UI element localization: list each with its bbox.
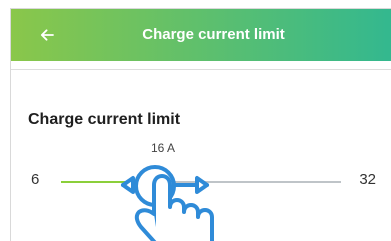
- slider-min-label: 6: [31, 171, 40, 188]
- slider-thumb[interactable]: [135, 163, 175, 203]
- setting-title: Charge current limit: [28, 111, 181, 128]
- slider-track[interactable]: [61, 181, 341, 183]
- slider-value-label: 16 A: [150, 141, 176, 155]
- app-header: Charge current limit: [11, 9, 391, 61]
- page-title: Charge current limit: [142, 26, 285, 43]
- slider-max-label: 32: [359, 171, 376, 188]
- section-divider: [11, 69, 391, 70]
- app-screen: Charge current limit Charge current limi…: [10, 8, 391, 241]
